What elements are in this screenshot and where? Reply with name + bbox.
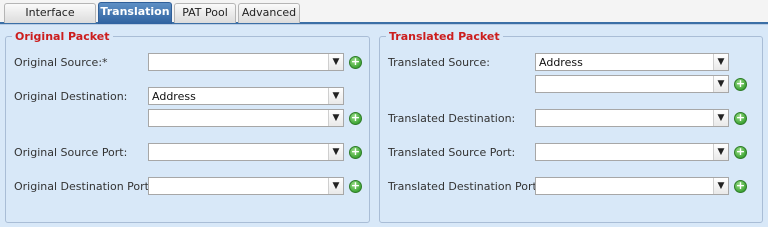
original-packet-legend: Original Packet	[15, 30, 110, 43]
translated-source-port-select[interactable]: ▼	[535, 143, 729, 161]
add-icon[interactable]: +	[734, 78, 747, 91]
original-destination-type-value: Address	[152, 90, 196, 103]
chevron-down-icon[interactable]: ▼	[328, 178, 343, 194]
chevron-down-icon[interactable]: ▼	[713, 54, 728, 70]
chevron-down-icon[interactable]: ▼	[713, 110, 728, 126]
tab-advanced[interactable]: Advanced	[238, 3, 300, 23]
original-destination-type-select[interactable]: Address ▼	[148, 87, 344, 105]
translated-destination-select[interactable]: ▼	[535, 109, 729, 127]
chevron-down-icon[interactable]: ▼	[713, 178, 728, 194]
original-source-port-label: Original Source Port:	[14, 146, 128, 159]
original-destination-port-label: Original Destination Port:	[14, 180, 153, 193]
chevron-down-icon[interactable]: ▼	[328, 110, 343, 126]
add-icon[interactable]: +	[734, 180, 747, 193]
add-icon[interactable]: +	[734, 146, 747, 159]
translated-destination-port-select[interactable]: ▼	[535, 177, 729, 195]
original-source-label: Original Source:*	[14, 56, 108, 69]
translated-packet-group: Translated Packet Translated Source: Add…	[379, 30, 763, 223]
original-source-select[interactable]: ▼	[148, 53, 344, 71]
add-icon[interactable]: +	[349, 112, 362, 125]
tab-pat-pool[interactable]: PAT Pool	[174, 3, 236, 23]
translated-destination-port-label: Translated Destination Port:	[388, 180, 541, 193]
translated-source-port-label: Translated Source Port:	[388, 146, 516, 159]
chevron-down-icon[interactable]: ▼	[713, 144, 728, 160]
tab-interface-objects[interactable]: Interface Objects	[4, 3, 96, 37]
tab-translation[interactable]: Translation	[98, 2, 172, 24]
translation-panel: Original Packet Original Source:* ▼ + Or…	[0, 24, 768, 227]
add-icon[interactable]: +	[734, 112, 747, 125]
chevron-down-icon[interactable]: ▼	[328, 54, 343, 70]
translated-source-type-value: Address	[539, 56, 583, 69]
original-destination-label: Original Destination:	[14, 90, 128, 103]
original-destination-port-select[interactable]: ▼	[148, 177, 344, 195]
original-destination-select[interactable]: ▼	[148, 109, 344, 127]
translated-source-type-select[interactable]: Address ▼	[535, 53, 729, 71]
chevron-down-icon[interactable]: ▼	[328, 88, 343, 104]
translated-source-label: Translated Source:	[388, 56, 490, 69]
tab-bar: Interface Objects Translation PAT Pool A…	[0, 0, 768, 37]
original-source-port-select[interactable]: ▼	[148, 143, 344, 161]
chevron-down-icon[interactable]: ▼	[328, 144, 343, 160]
add-icon[interactable]: +	[349, 180, 362, 193]
translated-destination-label: Translated Destination:	[388, 112, 516, 125]
add-icon[interactable]: +	[349, 146, 362, 159]
translated-packet-legend: Translated Packet	[389, 30, 500, 43]
add-icon[interactable]: +	[349, 56, 362, 69]
chevron-down-icon[interactable]: ▼	[713, 76, 728, 92]
translated-source-select[interactable]: ▼	[535, 75, 729, 93]
original-packet-group: Original Packet Original Source:* ▼ + Or…	[5, 30, 370, 223]
